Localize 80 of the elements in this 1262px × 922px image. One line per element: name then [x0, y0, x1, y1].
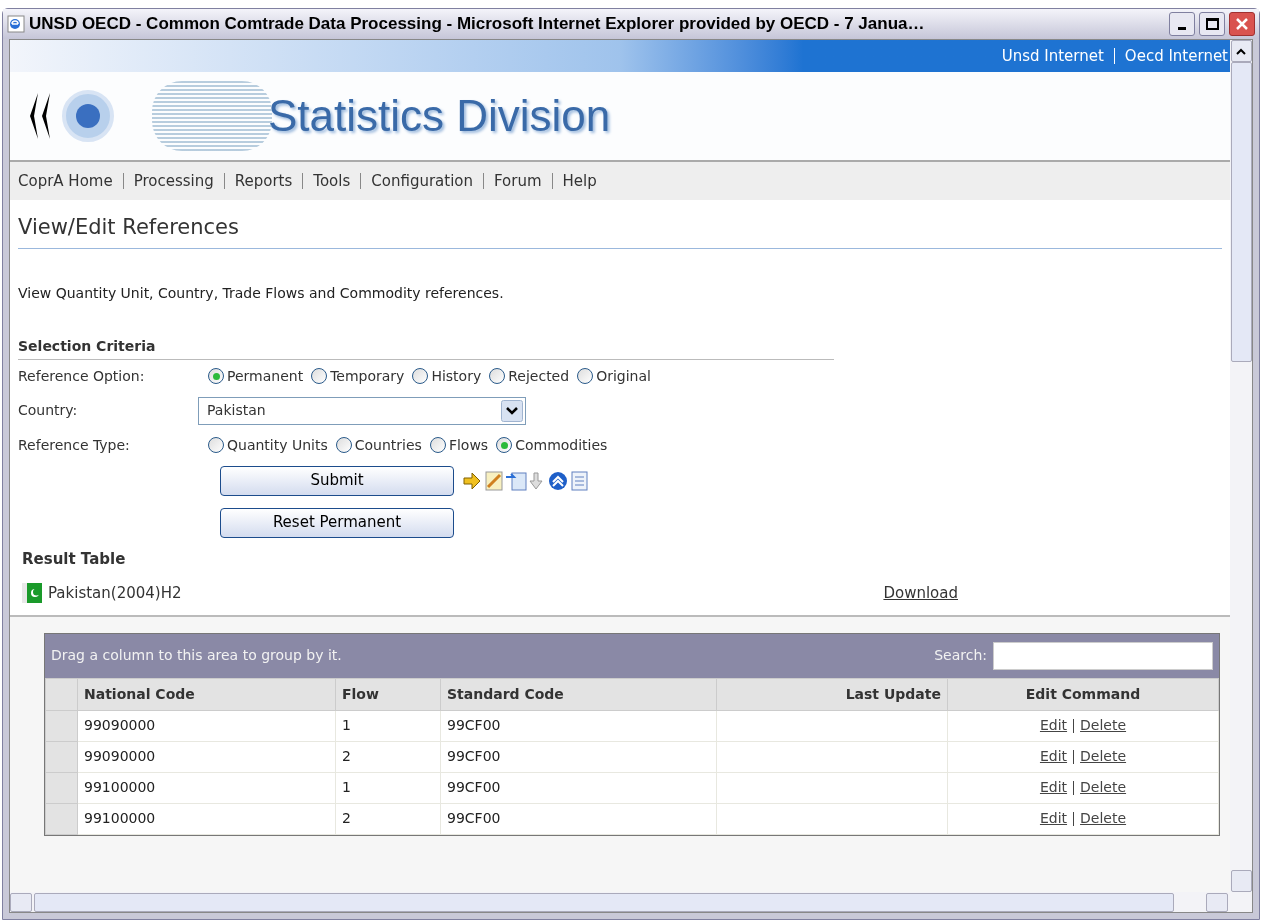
dataset-name: Pakistan(2004)H2 — [48, 583, 183, 604]
nav-link[interactable]: Forum — [494, 169, 542, 193]
table-cell: 99100000 — [77, 772, 336, 803]
delete-link[interactable]: Delete — [1080, 810, 1127, 826]
vertical-scrollbar[interactable] — [1230, 40, 1252, 892]
table-cell: 99100000 — [77, 803, 336, 834]
search-label: Search: — [934, 646, 987, 665]
column-header[interactable]: Standard Code — [440, 678, 717, 710]
country-value: Pakistan — [207, 401, 267, 420]
delete-link[interactable]: Delete — [1080, 717, 1127, 733]
table-cell: 99CF00 — [440, 741, 717, 772]
column-header[interactable]: Flow — [335, 678, 441, 710]
radio-button[interactable] — [489, 368, 506, 384]
radio-button[interactable] — [311, 368, 328, 384]
top-link[interactable]: Oecd Internet — [1124, 44, 1228, 68]
column-header[interactable]: Last Update — [716, 678, 948, 710]
row-header-cell — [45, 678, 78, 710]
scroll-up-button[interactable] — [1230, 40, 1252, 62]
browser-icon — [7, 15, 25, 33]
nav-link[interactable]: CoprA Home — [18, 169, 113, 193]
close-button[interactable] — [1229, 12, 1255, 36]
radio-button[interactable] — [208, 437, 224, 453]
nav-link[interactable]: Tools — [313, 169, 351, 193]
radio-label: Countries — [354, 435, 422, 455]
submit-button[interactable]: Submit — [220, 465, 454, 496]
section-heading: Result Table — [22, 548, 127, 570]
download-link[interactable]: Download — [883, 582, 958, 605]
delete-link[interactable]: Delete — [1080, 748, 1127, 764]
field-label: Reference Type: — [18, 435, 131, 455]
radio-label: Rejected — [508, 366, 570, 386]
radio-label: Original — [596, 366, 651, 386]
radio-label: Permanent — [227, 366, 304, 386]
radio-label: Quantity Units — [227, 435, 328, 455]
flag-icon — [22, 583, 42, 604]
radio-button[interactable] — [496, 437, 513, 453]
radio-button[interactable] — [412, 368, 429, 384]
search-field[interactable] — [993, 641, 1213, 670]
radio-button[interactable] — [335, 437, 352, 453]
edit-link[interactable]: Edit — [1039, 810, 1068, 826]
reset-button[interactable]: Reset Permanent — [220, 507, 454, 538]
top-link[interactable]: Unsd Internet — [1001, 44, 1104, 68]
nav-link[interactable]: Reports — [234, 169, 293, 193]
nav-link[interactable]: Processing — [133, 169, 214, 193]
table-cell: 99CF00 — [440, 772, 717, 803]
maximize-button[interactable] — [1199, 12, 1225, 36]
field-label: Country: — [18, 401, 79, 420]
table-cell: 1 — [335, 710, 441, 741]
radio-label: Flows — [448, 435, 489, 455]
radio-button[interactable] — [208, 368, 224, 384]
field-label: Reference Option: — [18, 366, 146, 386]
radio-button[interactable] — [429, 437, 446, 453]
nav-link[interactable]: Help — [562, 169, 597, 193]
table-cell: 2 — [335, 741, 441, 772]
group-by-hint: Drag a column to this area to group by it. — [51, 646, 343, 665]
minimize-button[interactable] — [1169, 12, 1195, 36]
edit-link[interactable]: Edit — [1039, 717, 1068, 733]
delete-link[interactable]: Delete — [1080, 779, 1127, 795]
column-header[interactable]: Edit Command — [947, 678, 1219, 710]
radio-label: Temporary — [330, 366, 405, 386]
close-icon — [1235, 17, 1249, 31]
page-title: View/Edit References — [18, 212, 1222, 249]
edit-link[interactable]: Edit — [1039, 748, 1068, 764]
nav-link[interactable]: Configuration — [371, 169, 473, 193]
radio-button[interactable] — [577, 368, 594, 384]
table-cell: 99CF00 — [440, 803, 717, 834]
country-dropdown[interactable]: Pakistan — [198, 396, 526, 425]
radio-label: History — [431, 366, 482, 386]
table-cell: 2 — [335, 803, 441, 834]
description-text: View Quantity Unit, Country, Trade Flows and Commodity references. — [18, 283, 505, 303]
window-title: UNSD OECD - Common Comtrade Data Processing - Microsoft Internet Explorer provided by OECD - 7 Janua… — [29, 13, 926, 36]
section-heading: Selection Criteria — [18, 335, 834, 360]
edit-link[interactable]: Edit — [1039, 779, 1068, 795]
radio-label: Commodities — [515, 435, 608, 455]
scroll-thumb[interactable] — [1230, 62, 1252, 362]
table-cell: 99090000 — [77, 741, 336, 772]
column-header[interactable]: National Code — [77, 678, 336, 710]
banner-title: Statistics Division — [268, 90, 611, 142]
table-cell: 1 — [335, 772, 441, 803]
table-cell: 99CF00 — [440, 710, 717, 741]
table-cell: 99090000 — [77, 710, 336, 741]
